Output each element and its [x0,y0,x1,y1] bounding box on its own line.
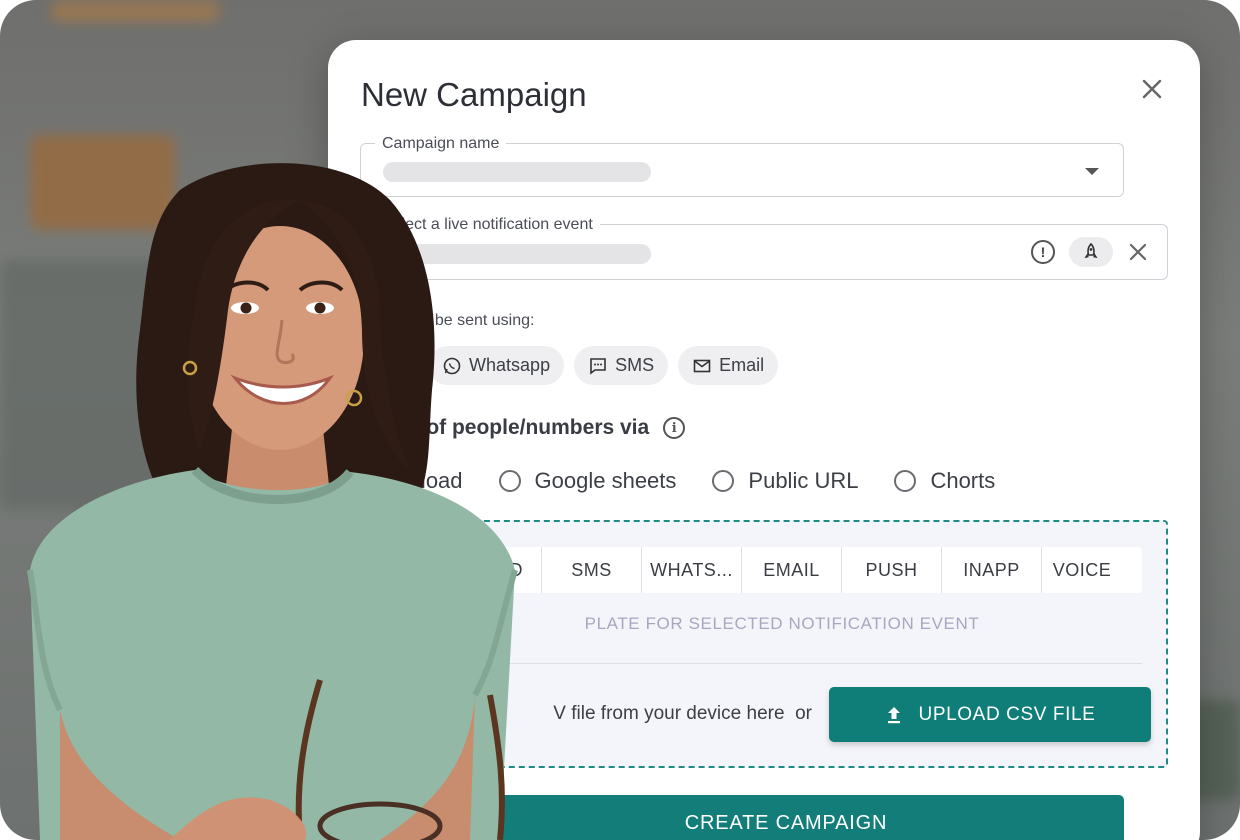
table-header-cell: PUSH [842,547,942,593]
csv-drop-zone[interactable]: CT ID SMS WHATS... EMAIL PUSH INAPP VOIC… [360,520,1168,768]
upload-button-label: UPLOAD CSV FILE [918,703,1096,725]
sms-icon [590,357,606,375]
background-blur [30,135,175,230]
campaign-name-select[interactable]: Campaign name [360,134,1124,197]
radio-google-sheets[interactable]: Google sheets [498,468,677,494]
channels-hint: event can be sent using: [361,312,535,329]
notification-event-label: Select a live notification event [375,215,600,235]
or-text: or [795,703,812,724]
channel-chip-label: ush [375,355,405,375]
table-header-cell: VOICE [1052,559,1112,580]
info-icon[interactable]: i [663,417,686,439]
whatsapp-icon [443,357,461,374]
template-note: PLATE FOR SELECTED NOTIFICATION EVENT [584,614,980,633]
radio-button[interactable] [498,470,521,492]
drop-text: V file from your device here [553,703,785,724]
notification-event-select[interactable]: Select a live notification event ! [360,215,1168,280]
close-icon [1142,79,1162,99]
channel-chip-label: Whatsapp [469,355,551,375]
clear-icon[interactable] [1127,241,1149,263]
chevron-down-icon[interactable] [1085,168,1099,175]
alert-circle-icon[interactable]: ! [1031,240,1055,264]
campaign-name-value-placeholder [383,162,651,182]
radio-label: Public URL [748,468,859,493]
table-header-cell: WHATS... [642,547,742,593]
radio-cohorts[interactable]: Chorts [894,468,995,494]
radio-button[interactable] [894,470,917,492]
radio-csv-upload[interactable]: SV upload [361,468,463,494]
channel-chip-whatsapp[interactable]: Whatsapp [428,346,565,385]
close-button[interactable] [1139,76,1165,102]
drop-instructions: V file from your device here or [382,703,812,725]
channel-chip-label: SMS [615,355,655,375]
rocket-button[interactable] [1069,237,1113,267]
divider [382,663,1142,664]
background-frame: New Campaign Campaign name Select a live… [0,0,1240,840]
channel-chip-email[interactable]: Email [678,346,779,385]
table-header-cell: SMS [542,547,642,593]
channel-chip-push[interactable]: ush [361,346,419,385]
create-button-label: CREATE CAMPAIGN [684,812,888,834]
rocket-icon [1084,243,1098,259]
radio-label: SV upload [361,468,463,493]
channel-chip-label: Email [719,355,765,375]
recipients-section-title: group of people/numbers via i [361,416,686,440]
channel-chip-sms[interactable]: SMS [574,346,669,385]
notification-event-value-placeholder [383,244,651,264]
create-campaign-button[interactable]: CREATE CAMPAIGN [448,795,1124,840]
radio-public-url[interactable]: Public URL [712,468,858,494]
dialog-title: New Campaign [361,76,587,113]
source-radio-group: SV upload Google sheets Public URL Chort… [361,468,1031,494]
background-blur [0,260,200,510]
campaign-name-label: Campaign name [375,134,507,154]
channel-chips: ush Whatsapp SMS Email [361,346,779,385]
template-table-header: CT ID SMS WHATS... EMAIL PUSH INAPP VOIC… [382,547,1142,593]
new-campaign-dialog: New Campaign Campaign name Select a live… [328,40,1200,840]
upload-csv-button[interactable]: UPLOAD CSV FILE [829,687,1151,742]
table-header-cell: EMAIL [742,547,842,593]
section-title-text: group of people/numbers via [361,416,650,439]
radio-label: Chorts [930,468,996,493]
background-blur [50,0,220,22]
table-header-cell: INAPP [942,547,1042,593]
table-header-cell: CT ID [382,547,542,593]
email-icon [693,359,711,372]
radio-label: Google sheets [534,468,677,493]
radio-button[interactable] [712,470,735,492]
upload-icon [887,706,900,723]
